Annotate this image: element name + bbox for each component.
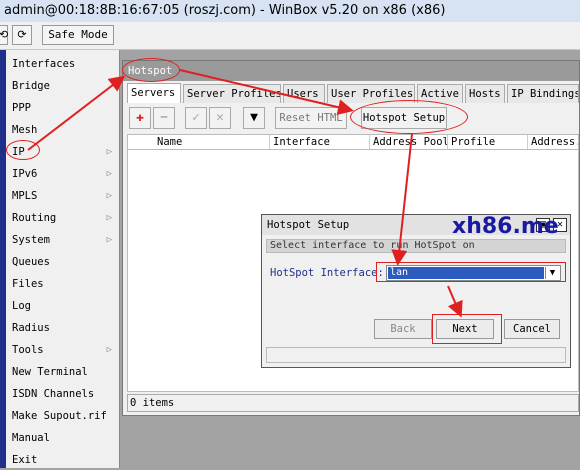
sidebar-item-interfaces[interactable]: Interfaces: [12, 54, 116, 74]
sidebar-item-log[interactable]: Log: [12, 296, 116, 316]
sidebar-item-label: Files: [12, 278, 44, 290]
chevron-right-icon: ▷: [106, 345, 112, 355]
sidebar-menu: Interfaces Bridge PPP Mesh IP ▷ IPv6 ▷ MPLS ▷ Rout…: [0, 50, 120, 468]
sidebar-item-mesh[interactable]: Mesh: [12, 120, 116, 140]
redo-icon: ⟳: [17, 28, 27, 41]
sidebar-item-label: Tools: [12, 344, 44, 356]
column-interface[interactable]: Interface: [270, 135, 370, 149]
sidebar-item-label: MPLS: [12, 190, 38, 202]
annotation-setup-circle: [350, 100, 468, 134]
chevron-right-icon: ▷: [106, 235, 112, 245]
interface-label: HotSpot Interface:: [270, 267, 384, 279]
dialog-status: [266, 347, 566, 363]
sidebar-item-label: PPP: [12, 102, 31, 114]
back-button[interactable]: Back: [374, 319, 432, 339]
redo-button[interactable]: ⟳: [12, 25, 32, 45]
annotation-ip-circle: [6, 140, 40, 160]
tab-users[interactable]: Users: [283, 84, 325, 103]
sidebar-item-mpls[interactable]: MPLS ▷: [12, 186, 116, 206]
watermark: xh86.me: [452, 214, 559, 239]
sidebar-item-routing[interactable]: Routing ▷: [12, 208, 116, 228]
chevron-right-icon: ▷: [106, 191, 112, 201]
column-profile[interactable]: Profile: [448, 135, 528, 149]
x-icon: ✕: [216, 110, 224, 125]
annotation-next-box: [432, 314, 502, 344]
chevron-right-icon: ▷: [106, 147, 112, 157]
annotation-hotspot-circle: [122, 58, 180, 82]
check-icon: ✓: [192, 110, 200, 125]
sidebar-item-system[interactable]: System ▷: [12, 230, 116, 250]
hotspot-tabs: Servers Server Profiles Users User Profi…: [127, 83, 579, 103]
sidebar-item-label: Queues: [12, 256, 50, 268]
sidebar-item-queues[interactable]: Queues: [12, 252, 116, 272]
minus-icon: −: [160, 110, 168, 125]
item-count: 0 items: [127, 394, 579, 412]
add-button[interactable]: ✚: [129, 107, 151, 129]
sidebar-item-label: Log: [12, 300, 31, 312]
enable-button[interactable]: ✓: [185, 107, 207, 129]
sidebar-item-label: Interfaces: [12, 58, 76, 70]
chevron-right-icon: ▷: [106, 213, 112, 223]
sidebar-item-label: Radius: [12, 322, 50, 334]
remove-button[interactable]: −: [153, 107, 175, 129]
sidebar-item-tools[interactable]: Tools ▷: [12, 340, 116, 360]
sidebar-item-label: IPv6: [12, 168, 38, 180]
sidebar-item-label: New Terminal: [12, 366, 88, 378]
undo-icon: ⟲: [0, 28, 9, 41]
tab-servers[interactable]: Servers: [127, 83, 181, 103]
filter-icon: ▼: [250, 110, 258, 125]
plus-icon: ✚: [136, 110, 144, 125]
sidebar-item-label: Routing: [12, 212, 57, 224]
sidebar-item-label: ISDN Channels: [12, 388, 95, 400]
column-address-pool[interactable]: Address Pool: [370, 135, 448, 149]
servers-table-header: Name Interface Address Pool Profile Addr…: [127, 134, 579, 150]
sidebar-item-files[interactable]: Files: [12, 274, 116, 294]
sidebar-item-ppp[interactable]: PPP: [12, 98, 116, 118]
reset-html-button[interactable]: Reset HTML: [275, 107, 347, 129]
sidebar-stripe: [0, 50, 6, 468]
main-toolbar: ⟲ ⟳ Safe Mode: [0, 22, 580, 50]
sidebar-item-manual[interactable]: Manual: [12, 428, 116, 448]
sidebar-item-label: System: [12, 234, 50, 246]
tab-server-profiles[interactable]: Server Profiles: [183, 84, 281, 103]
cancel-button[interactable]: Cancel: [504, 319, 560, 339]
safe-mode-button[interactable]: Safe Mode: [42, 25, 114, 45]
dialog-hint: Select interface to run HotSpot on: [266, 239, 566, 253]
sidebar-item-new-terminal[interactable]: New Terminal: [12, 362, 116, 382]
sidebar-item-bridge[interactable]: Bridge: [12, 76, 116, 96]
tab-ip-bindings[interactable]: IP Bindings: [507, 84, 579, 103]
sidebar-item-make-supout-rif[interactable]: Make Supout.rif: [12, 406, 116, 426]
disable-button[interactable]: ✕: [209, 107, 231, 129]
window-title-bar: admin@00:18:8B:16:67:05 (roszj.com) - Wi…: [0, 0, 580, 22]
sidebar-item-label: Bridge: [12, 80, 50, 92]
sidebar-item-exit[interactable]: Exit: [12, 450, 116, 470]
undo-button[interactable]: ⟲: [0, 25, 8, 45]
column-address[interactable]: Address...: [528, 135, 578, 149]
filter-button[interactable]: ▼: [243, 107, 265, 129]
window-title: admin@00:18:8B:16:67:05 (roszj.com) - Wi…: [4, 3, 446, 18]
sidebar-item-ipv6[interactable]: IPv6 ▷: [12, 164, 116, 184]
annotation-interface-box: [376, 262, 566, 282]
sidebar-item-label: Mesh: [12, 124, 38, 136]
sidebar-item-label: Manual: [12, 432, 50, 444]
sidebar-item-isdn-channels[interactable]: ISDN Channels: [12, 384, 116, 404]
sidebar-item-radius[interactable]: Radius: [12, 318, 116, 338]
column-name[interactable]: Name: [154, 135, 270, 149]
chevron-right-icon: ▷: [106, 169, 112, 179]
hotspot-window-title: Hotspot: [123, 61, 579, 81]
sidebar-item-label: Exit: [12, 454, 38, 466]
sidebar-item-label: Make Supout.rif: [12, 410, 107, 422]
tab-hosts[interactable]: Hosts: [465, 84, 505, 103]
